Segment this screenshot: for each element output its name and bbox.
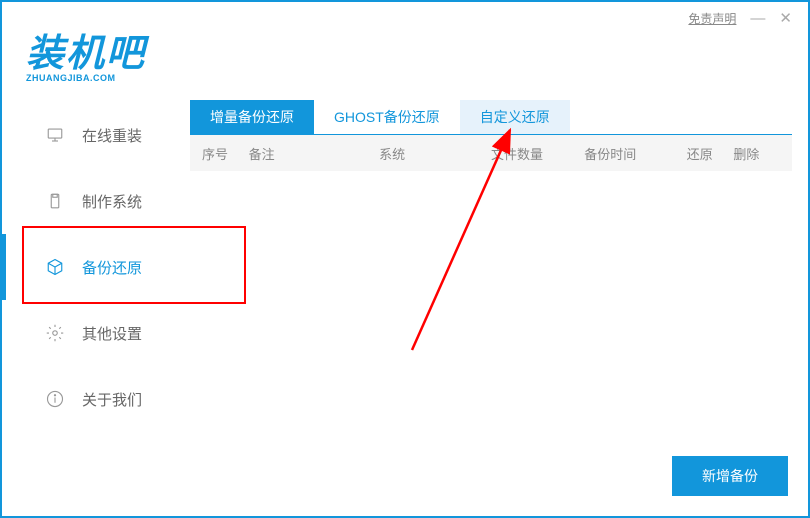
sidebar-item-settings[interactable]: 其他设置 [2,300,190,366]
sidebar: 在线重装 制作系统 备份还原 其他设置 关于我们 [2,102,190,432]
add-backup-button[interactable]: 新增备份 [672,456,788,496]
col-time: 备份时间 [584,144,687,163]
usb-icon [46,192,64,210]
box-icon [46,258,64,276]
sidebar-item-label: 其他设置 [82,323,142,344]
sidebar-item-reinstall[interactable]: 在线重装 [2,102,190,168]
sidebar-item-label: 在线重装 [82,125,142,146]
tabs: 增量备份还原 GHOST备份还原 自定义还原 [190,100,792,135]
tab-ghost[interactable]: GHOST备份还原 [314,100,460,134]
sidebar-item-makesystem[interactable]: 制作系统 [2,168,190,234]
col-restore: 还原 [687,144,734,163]
content-area: 增量备份还原 GHOST备份还原 自定义还原 序号 备注 系统 文件数量 备份时… [190,100,792,500]
app-window: 免责声明 — ✕ 装机吧 ZHUANGJIBA.COM 在线重装 制作系统 备份… [0,0,810,518]
sidebar-item-label: 关于我们 [82,389,142,410]
sidebar-item-about[interactable]: 关于我们 [2,366,190,432]
sidebar-item-backup[interactable]: 备份还原 [2,234,190,300]
info-icon [46,390,64,408]
sidebar-item-label: 制作系统 [82,191,142,212]
gear-icon [46,324,64,342]
monitor-icon [46,126,64,144]
tab-incremental[interactable]: 增量备份还原 [190,100,314,134]
close-icon[interactable]: ✕ [779,11,792,26]
app-logo: 装机吧 ZHUANGJIBA.COM [26,22,146,83]
logo-text: 装机吧 [26,22,146,77]
titlebar: 免责声明 — ✕ [688,10,792,27]
sidebar-item-label: 备份还原 [82,257,142,278]
col-note: 备注 [249,144,380,163]
col-delete: 删除 [733,144,780,163]
col-sys: 系统 [379,144,491,163]
col-count: 文件数量 [491,144,584,163]
disclaimer-link[interactable]: 免责声明 [688,10,736,27]
active-marker [2,234,6,300]
tab-custom[interactable]: 自定义还原 [460,100,570,134]
minimize-icon[interactable]: — [750,11,765,26]
table-header: 序号 备注 系统 文件数量 备份时间 还原 删除 [190,135,792,171]
col-seq: 序号 [202,144,249,163]
